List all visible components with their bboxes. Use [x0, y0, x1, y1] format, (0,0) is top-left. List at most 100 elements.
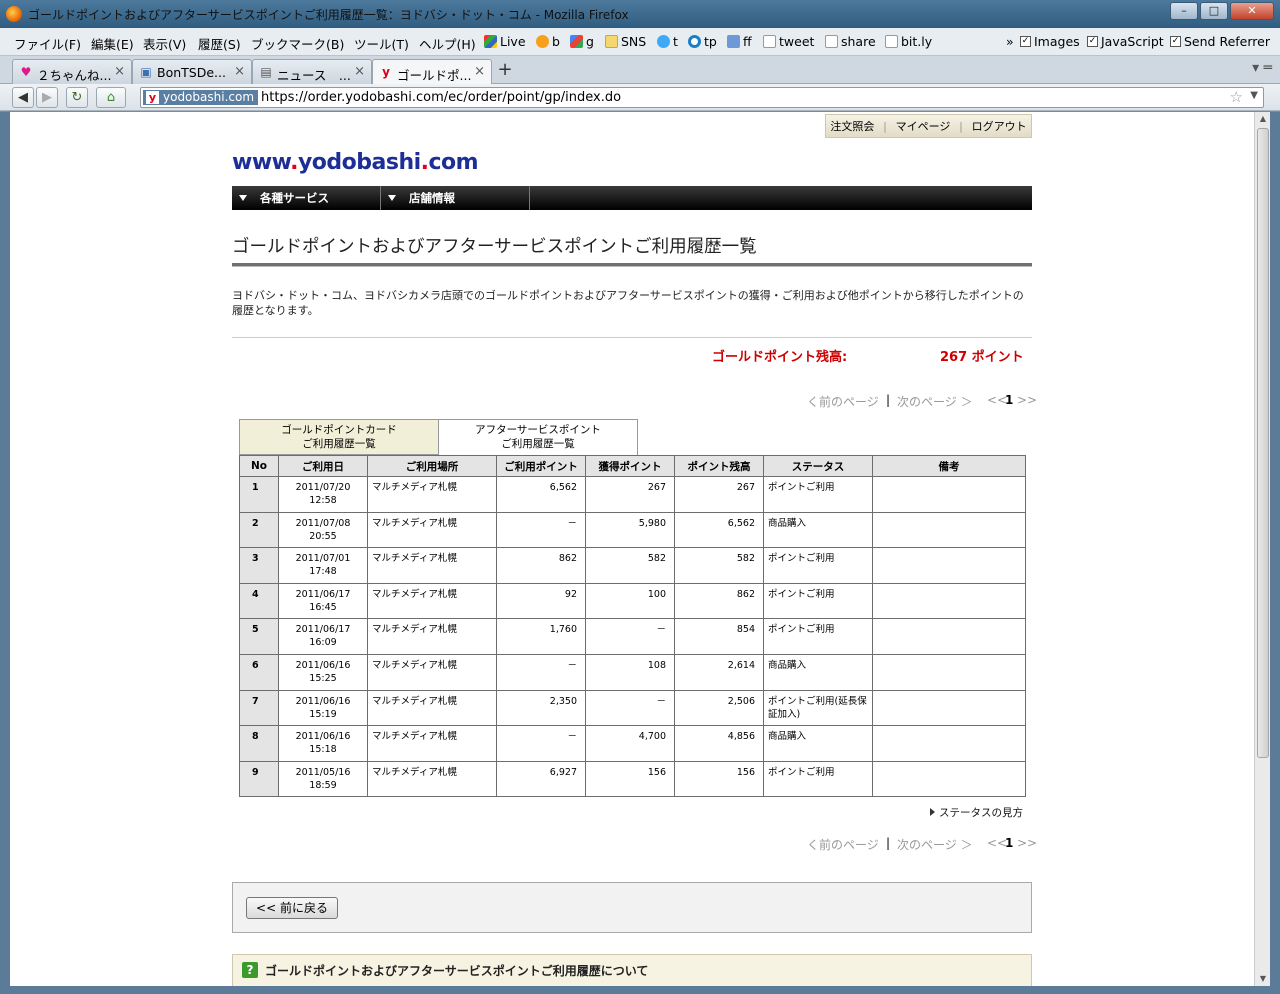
- home-button[interactable]: ⌂: [96, 87, 126, 108]
- row-number: 4: [252, 588, 259, 600]
- logout-link[interactable]: ログアウト: [972, 118, 1027, 134]
- tab-bar: ♥ ２ちゃんね... × ▣ BonTSDe... × ▤ ニュース ... ×…: [0, 56, 1280, 85]
- earned-points-cell: 108: [585, 653, 675, 691]
- tab-close-icon[interactable]: ×: [354, 64, 365, 79]
- bookmark-g[interactable]: g: [570, 34, 594, 49]
- url-text[interactable]: https://order.yodobashi.com/ec/order/poi…: [261, 90, 621, 105]
- chevron-down-icon[interactable]: ▼: [1250, 90, 1258, 101]
- close-button[interactable]: ✕: [1230, 2, 1274, 20]
- yodobashi-logo[interactable]: www.yodobashi.com: [232, 150, 479, 175]
- menu-file[interactable]: ファイル(F): [14, 34, 81, 53]
- order-inquiry-link[interactable]: 注文照会: [830, 118, 874, 134]
- last-page-link[interactable]: >>: [1017, 393, 1037, 407]
- vertical-scrollbar[interactable]: ▲ ▼: [1254, 112, 1270, 986]
- stores-menu[interactable]: 店舗情報: [381, 186, 530, 210]
- bookmark-ff[interactable]: ff: [727, 34, 752, 49]
- url-bar[interactable]: y yodobashi.com https://order.yodobashi.c…: [140, 87, 1264, 108]
- minimize-button[interactable]: –: [1170, 2, 1198, 20]
- menu-view[interactable]: 表示(V): [143, 34, 186, 53]
- page-description: ヨドバシ・ドット・コム、ヨドバシカメラ店頭でのゴールドポイントおよびアフターサー…: [232, 289, 1024, 317]
- bookmark-b[interactable]: b: [536, 34, 560, 49]
- earned-points: －: [656, 695, 666, 707]
- maximize-button[interactable]: □: [1200, 2, 1228, 20]
- global-menu-bar: 各種サービス 店舗情報: [232, 186, 1032, 210]
- tab-2channel[interactable]: ♥ ２ちゃんね... ×: [12, 59, 132, 84]
- row-number: 6: [252, 659, 259, 671]
- column-header-note: 備考: [872, 455, 1026, 477]
- bookmark-live[interactable]: Live: [484, 34, 526, 49]
- bookmark-tp[interactable]: tp: [688, 34, 717, 49]
- tab-news[interactable]: ▤ ニュース ... ×: [252, 59, 372, 84]
- usage-date-cell: 2011/06/16 15:19: [278, 689, 368, 727]
- prev-page-link[interactable]: く前のページ: [807, 836, 879, 853]
- status-help-link[interactable]: ステータスの見方: [930, 805, 1023, 820]
- next-page-link[interactable]: 次のページ ＞: [897, 836, 973, 853]
- earned-points: 5,980: [638, 517, 666, 529]
- scroll-up-arrow-icon[interactable]: ▲: [1255, 112, 1271, 126]
- menu-bookmarks[interactable]: ブックマーク(B): [251, 34, 344, 53]
- usage-place-cell: マルチメディア札幌: [367, 760, 497, 798]
- usage-date: 20:55: [309, 530, 337, 542]
- new-tab-button[interactable]: +: [493, 60, 517, 82]
- menu-help[interactable]: ヘルプ(H): [419, 34, 476, 53]
- bookmarks-overflow-button[interactable]: »: [1006, 34, 1014, 49]
- note-cell: [872, 653, 1026, 691]
- tab-list-icon[interactable]: ▾ ═: [1252, 60, 1272, 76]
- bookmark-sns[interactable]: SNS: [605, 34, 646, 49]
- tab-close-icon[interactable]: ×: [474, 64, 485, 79]
- about-history-section: ? ゴールドポイントおよびアフターサービスポイントご利用履歴について: [232, 954, 1032, 986]
- bookmark-t[interactable]: t: [657, 34, 678, 49]
- status-cell: 商品購入: [763, 725, 873, 762]
- tab-yodobashi[interactable]: y ゴールドポ... ×: [372, 59, 492, 85]
- back-to-previous-button[interactable]: << 前に戻る: [246, 897, 338, 919]
- bookmark-share[interactable]: share: [825, 34, 876, 49]
- point-balance-cell: 2,614: [674, 653, 764, 691]
- menu-bar: ファイル(F) 編集(E) 表示(V) 履歴(S) ブックマーク(B) ツール(…: [0, 28, 1280, 56]
- toggle-javascript[interactable]: ✓ JavaScript: [1087, 34, 1164, 49]
- status-cell: ポイントご利用: [763, 476, 873, 513]
- bookmark-bitly[interactable]: bit.ly: [885, 34, 932, 49]
- prev-page-link[interactable]: く前のページ: [807, 393, 879, 410]
- site-identity-button[interactable]: y yodobashi.com: [143, 90, 259, 105]
- column-header-used: ご利用ポイント: [496, 455, 586, 477]
- services-menu[interactable]: 各種サービス: [232, 186, 381, 210]
- tab-close-icon[interactable]: ×: [234, 64, 245, 79]
- usage-date-cell: 2011/06/17 16:09: [278, 618, 368, 655]
- scroll-thumb[interactable]: [1257, 128, 1269, 758]
- reload-button[interactable]: ↻: [66, 87, 88, 108]
- bookmark-tweet[interactable]: tweet: [763, 34, 814, 49]
- last-page-link[interactable]: >>: [1017, 836, 1037, 850]
- bookmark-star-icon[interactable]: ☆: [1230, 88, 1243, 106]
- earned-points-cell: 267: [585, 476, 675, 513]
- point-balance-cell: 6,562: [674, 511, 764, 549]
- navigation-bar: ◀ ▶ ↻ ⌂ y yodobashi.com https://order.yod…: [0, 84, 1280, 111]
- used-points: －: [567, 659, 577, 671]
- used-points: －: [567, 731, 577, 743]
- used-points-cell: 92: [496, 582, 586, 620]
- usage-place: マルチメディア札幌: [372, 553, 457, 565]
- scroll-down-arrow-icon[interactable]: ▼: [1255, 972, 1271, 986]
- earned-points-cell: 4,700: [585, 725, 675, 762]
- menu-tools[interactable]: ツール(T): [354, 34, 409, 53]
- used-points: 92: [564, 588, 577, 600]
- tab-close-icon[interactable]: ×: [114, 64, 125, 79]
- forward-button[interactable]: ▶: [36, 87, 58, 108]
- toggle-images[interactable]: ✓ Images: [1020, 34, 1080, 49]
- menu-edit[interactable]: 編集(E): [91, 34, 134, 53]
- back-button[interactable]: ◀: [12, 87, 34, 108]
- tab-after-service-point[interactable]: アフターサービスポイント ご利用履歴一覧: [438, 419, 638, 456]
- friendfeed-icon: [727, 35, 740, 48]
- table-row: 7 2011/06/16 15:19 マルチメディア札幌 2,350 － 2,506 ポイント…: [239, 689, 1026, 727]
- toggle-send-referrer[interactable]: ✓ Send Referrer: [1170, 34, 1270, 49]
- menu-history[interactable]: 履歴(S): [198, 34, 241, 53]
- usage-date: 2011/07/08: [295, 517, 351, 529]
- status-cell: 商品購入: [763, 653, 873, 691]
- tab-gold-point-card[interactable]: ゴールドポイントカード ご利用履歴一覧: [239, 419, 439, 455]
- tab-bontsdemux[interactable]: ▣ BonTSDe... ×: [132, 59, 252, 84]
- my-page-link[interactable]: マイページ: [896, 118, 951, 134]
- usage-place-cell: マルチメディア札幌: [367, 725, 497, 762]
- point-balance: 2,506: [727, 695, 755, 707]
- next-page-link[interactable]: 次のページ ＞: [897, 393, 973, 410]
- point-balance: 156: [736, 766, 755, 778]
- column-header-status: ステータス: [763, 455, 873, 477]
